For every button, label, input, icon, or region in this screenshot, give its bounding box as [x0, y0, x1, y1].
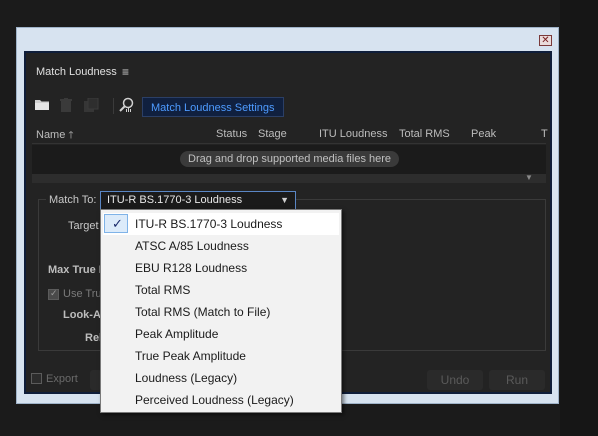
column-header-total-rms[interactable]: Total RMS [399, 128, 450, 140]
window-close-button[interactable]: ✕ [539, 35, 552, 46]
export-option[interactable]: Export [31, 373, 78, 385]
column-name-label: Name [36, 129, 66, 141]
drop-hint-text: Drag and drop supported media files here [180, 151, 400, 167]
check-icon: ✓ [112, 216, 123, 231]
menu-item-label: Total RMS [135, 283, 191, 297]
match-to-value: ITU-R BS.1770-3 Loudness [107, 194, 243, 206]
use-true-peak-option[interactable]: Use True [48, 288, 108, 300]
hamburger-icon[interactable]: ≡ [122, 65, 129, 79]
menu-item-label: Loudness (Legacy) [135, 371, 238, 385]
target-label: Target [68, 220, 99, 232]
menu-item-atsc-a85[interactable]: ATSC A/85 Loudness [103, 235, 339, 257]
column-header-itu-loudness[interactable]: ITU Loudness [319, 128, 387, 140]
menu-item-label: Peak Amplitude [135, 327, 219, 341]
menu-item-label: ITU-R BS.1770-3 Loudness [135, 217, 283, 231]
match-to-label: Match To: [46, 194, 100, 206]
menu-item-perceived-loudness-legacy[interactable]: Perceived Loudness (Legacy) [103, 389, 339, 411]
desktop-background [560, 0, 598, 436]
analyze-icon[interactable] [119, 97, 135, 113]
header-divider [32, 143, 546, 144]
sort-ascending-icon: 🡑 [68, 130, 74, 141]
menu-item-total-rms[interactable]: Total RMS [103, 279, 339, 301]
menu-item-label: True Peak Amplitude [135, 349, 246, 363]
menu-item-total-rms-match-to-file[interactable]: Total RMS (Match to File) [103, 301, 339, 323]
duplicate-icon[interactable] [83, 97, 99, 113]
match-to-dropdown-menu: ✓ ITU-R BS.1770-3 Loudness ATSC A/85 Lou… [100, 209, 342, 413]
column-header-stage[interactable]: Stage [258, 128, 287, 140]
scroll-down-arrow-icon[interactable]: ▼ [525, 173, 533, 182]
export-label: Export [46, 373, 78, 385]
look-ahead-label: Look-Al [63, 309, 104, 321]
column-header-peak[interactable]: Peak [471, 128, 496, 140]
menu-item-itu-r-bs1770-3[interactable]: ✓ ITU-R BS.1770-3 Loudness [103, 213, 339, 235]
menu-item-loudness-legacy[interactable]: Loudness (Legacy) [103, 367, 339, 389]
menu-item-label: EBU R128 Loudness [135, 261, 248, 275]
menu-item-true-peak-amplitude[interactable]: True Peak Amplitude [103, 345, 339, 367]
list-scrollbar[interactable] [32, 174, 546, 183]
menu-item-peak-amplitude[interactable]: Peak Amplitude [103, 323, 339, 345]
folder-icon[interactable] [34, 97, 50, 113]
panel-title: Match Loudness [36, 66, 117, 78]
menu-item-ebu-r128[interactable]: EBU R128 Loudness [103, 257, 339, 279]
max-true-peak-label: Max True P [48, 264, 107, 276]
export-checkbox[interactable] [31, 373, 42, 384]
undo-button[interactable]: Undo [427, 370, 483, 390]
trash-icon[interactable] [58, 97, 74, 113]
column-header-truncated[interactable]: T [541, 128, 548, 140]
chevron-down-icon: ▼ [280, 195, 289, 205]
toolbar-divider [113, 98, 114, 114]
column-header-status[interactable]: Status [216, 128, 247, 140]
menu-item-label: ATSC A/85 Loudness [135, 239, 249, 253]
match-to-select[interactable]: ITU-R BS.1770-3 Loudness ▼ [100, 191, 296, 210]
use-true-peak-checkbox[interactable] [48, 289, 59, 300]
menu-item-label: Perceived Loudness (Legacy) [135, 393, 294, 407]
run-button[interactable]: Run [489, 370, 545, 390]
menu-item-label: Total RMS (Match to File) [135, 305, 271, 319]
match-loudness-settings-button[interactable]: Match Loudness Settings [142, 97, 284, 117]
